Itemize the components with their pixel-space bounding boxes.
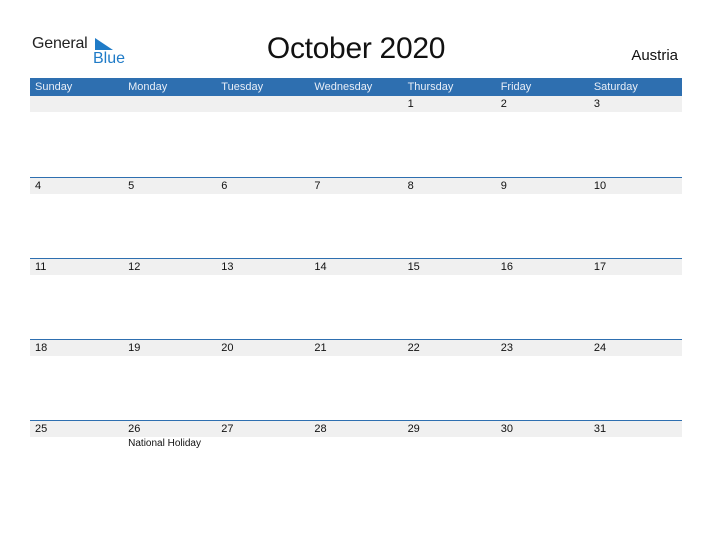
day-cell: 4: [30, 178, 123, 194]
day-cell: [216, 96, 309, 112]
day-number: 4: [35, 180, 42, 192]
day-number: 17: [593, 261, 607, 273]
day-cell: 6: [216, 178, 309, 194]
day-number: 9: [500, 180, 507, 192]
day-number: 19: [128, 342, 141, 354]
day-number: 15: [407, 261, 420, 273]
day-number: 3: [593, 98, 600, 110]
weekday-sunday: Sunday: [35, 81, 73, 93]
day-cell: 13: [216, 259, 309, 275]
day-number: 29: [407, 423, 420, 435]
week-date-band: 18 19 20 21 22 23 24: [30, 339, 682, 356]
calendar-week: 1 2 3: [30, 96, 682, 177]
day-cell: 10: [589, 178, 682, 194]
page-title: October 2020: [266, 32, 446, 65]
weekday-friday: Friday: [500, 81, 532, 93]
day-number: 22: [407, 342, 420, 354]
day-cell: 31: [589, 421, 682, 437]
weekday-tuesday: Tuesday: [221, 81, 264, 93]
weekday-monday: Monday: [128, 81, 168, 93]
day-cell: 18: [30, 340, 123, 356]
day-number: 1: [407, 98, 414, 110]
day-number: 6: [221, 180, 228, 192]
calendar: Sunday Monday Tuesday Wednesday Thursday…: [30, 78, 682, 501]
holiday-label: National Holiday: [128, 438, 201, 449]
day-cell: 9: [496, 178, 589, 194]
day-number: 28: [314, 423, 327, 435]
day-number: 7: [314, 180, 321, 192]
week-date-band: 11 12 13 14 15 16 17: [30, 258, 682, 275]
day-cell: 25: [30, 421, 123, 437]
day-number: 25: [35, 423, 48, 435]
day-cell: 17: [589, 259, 682, 275]
day-cell: 22: [403, 340, 496, 356]
day-number: 12: [128, 261, 141, 273]
day-number: 5: [128, 180, 135, 192]
day-cell: 1: [403, 96, 496, 112]
day-cell: 23: [496, 340, 589, 356]
weekday-header: Sunday Monday Tuesday Wednesday Thursday…: [30, 78, 682, 96]
day-cell: [123, 96, 216, 112]
day-number: 27: [221, 423, 234, 435]
calendar-weeks: 1 2 3 4 5 6 7 8 9 10 11 12 13 14 15 16 17 18 19 20 21 22 23 24 2…: [30, 96, 682, 501]
calendar-week: 11 12 13 14 15 16 17: [30, 258, 682, 339]
day-cell: 8: [403, 178, 496, 194]
week-date-band: 1 2 3: [30, 96, 682, 112]
day-number: 26: [128, 423, 141, 435]
day-cell: 12: [123, 259, 216, 275]
weekday-saturday: Saturday: [593, 81, 638, 93]
day-number: 31: [593, 423, 607, 435]
week-date-band: 25 26 National Holiday 27 28 29 30 31: [30, 420, 682, 449]
day-number: 18: [35, 342, 48, 354]
day-cell: 2: [496, 96, 589, 112]
country-label: Austria: [631, 47, 678, 64]
day-number: 13: [221, 261, 234, 273]
day-number: 14: [314, 261, 327, 273]
day-cell: 20: [216, 340, 309, 356]
day-cell: 16: [496, 259, 589, 275]
calendar-week: 25 26 National Holiday 27 28 29 30 31: [30, 420, 682, 501]
day-cell: 3: [589, 96, 682, 112]
day-number: 20: [221, 342, 234, 354]
day-cell: 24: [589, 340, 682, 356]
day-cell: 30: [496, 421, 589, 437]
week-date-band: 4 5 6 7 8 9 10: [30, 177, 682, 194]
day-cell: 5: [123, 178, 216, 194]
day-number: 16: [500, 261, 513, 273]
day-cell: 7: [309, 178, 402, 194]
weekday-thursday: Thursday: [407, 81, 454, 93]
day-number: 21: [314, 342, 327, 354]
day-cell: 11: [30, 259, 123, 275]
day-cell: 21: [309, 340, 402, 356]
day-number: 24: [593, 342, 607, 354]
day-number: 10: [593, 180, 607, 192]
day-cell: 19: [123, 340, 216, 356]
day-cell: [30, 96, 123, 112]
calendar-week: 18 19 20 21 22 23 24: [30, 339, 682, 420]
day-cell: 15: [403, 259, 496, 275]
day-number: 8: [407, 180, 414, 192]
calendar-week: 4 5 6 7 8 9 10: [30, 177, 682, 258]
weekday-wednesday: Wednesday: [314, 81, 373, 93]
day-cell: [309, 96, 402, 112]
day-cell: 28: [309, 421, 402, 437]
day-number: 2: [500, 98, 507, 110]
day-cell: 27: [216, 421, 309, 437]
day-number: 30: [500, 423, 513, 435]
day-number: 23: [500, 342, 513, 354]
day-cell: 26 National Holiday: [123, 421, 216, 449]
day-number: 11: [35, 261, 47, 273]
day-cell: 29: [403, 421, 496, 437]
day-cell: 14: [309, 259, 402, 275]
